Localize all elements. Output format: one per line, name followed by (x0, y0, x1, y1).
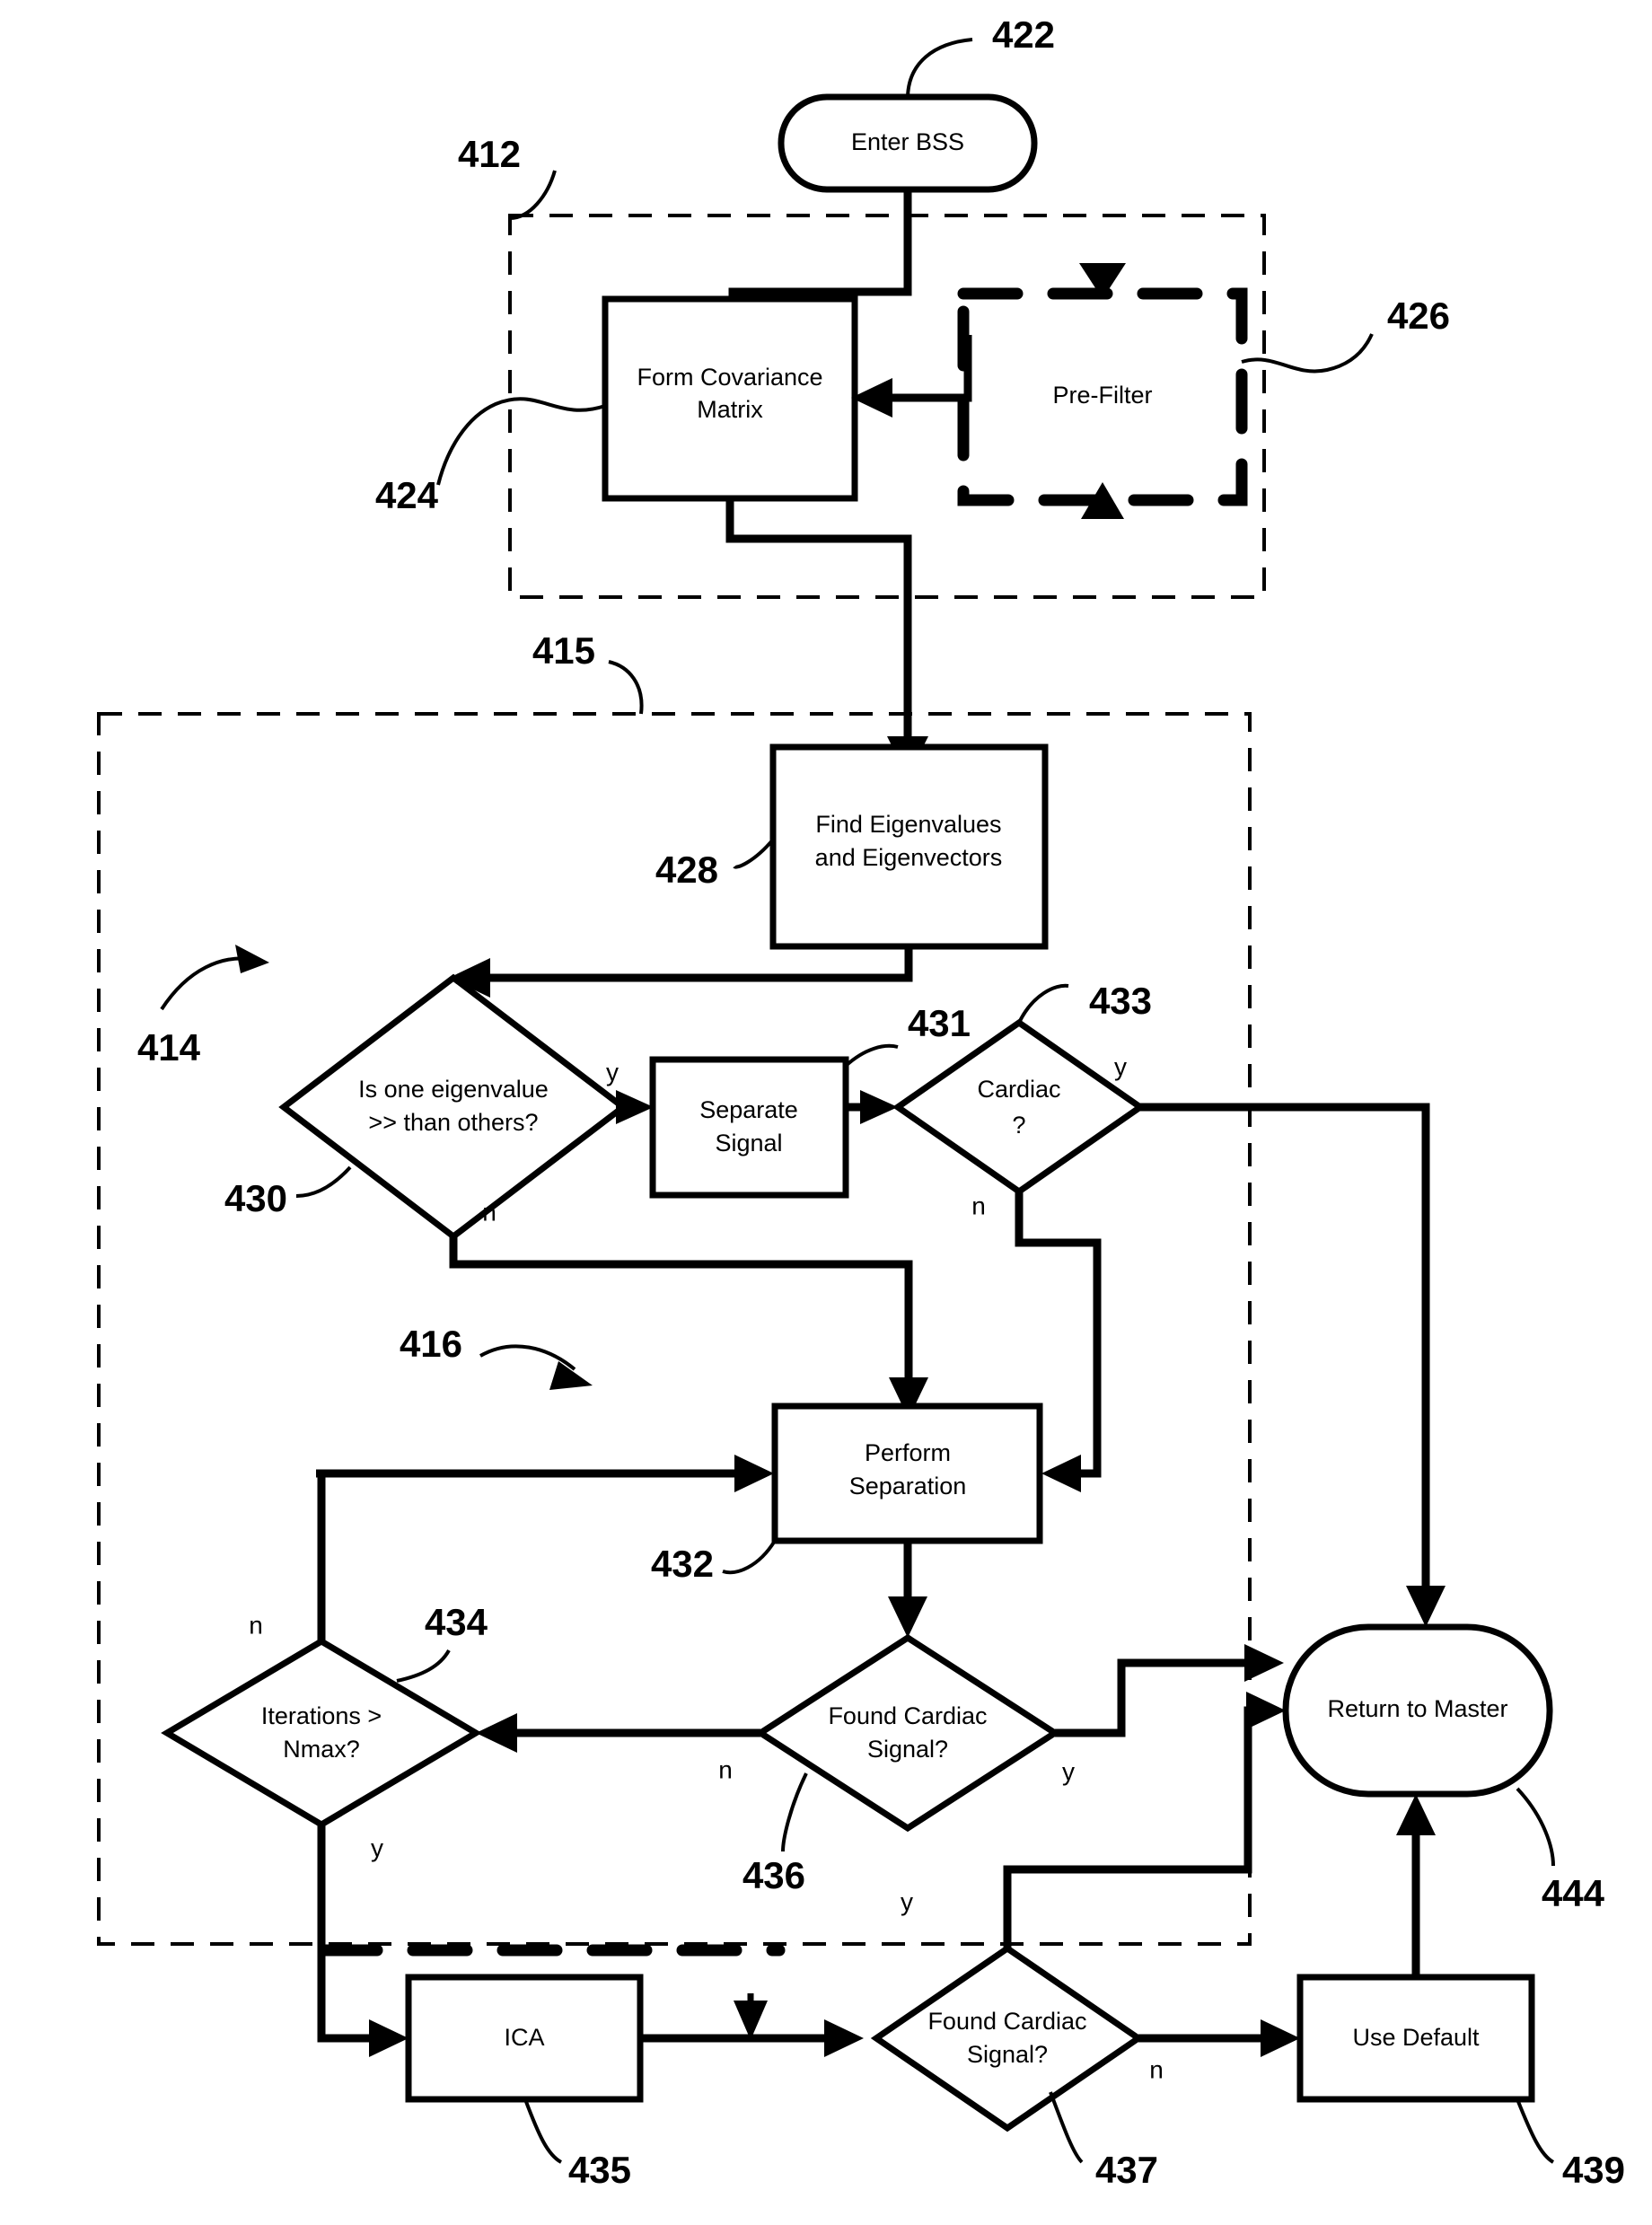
leader-439 (1516, 2098, 1555, 2164)
found-cardiac-436-label-line2: Signal? (867, 1736, 948, 1763)
cardiac-decision-label-line2: ? (1012, 1112, 1025, 1139)
separate-signal-label-line1: Separate (699, 1096, 798, 1123)
perform-separation-label-line2: Separation (849, 1473, 967, 1499)
found-cardiac-436-label-line1: Found Cardiac (828, 1702, 987, 1729)
leader-422 (906, 38, 973, 98)
find-eigen-label-line1: Find Eigenvalues (815, 811, 1001, 838)
cardiac-decision-node[interactable] (892, 1018, 1147, 1196)
ref-430: 430 (224, 1177, 287, 1219)
find-eigen-label-line2: and Eigenvectors (815, 844, 1003, 871)
arrow-437yes-into-return (1246, 1692, 1286, 1729)
separate-signal-label-line2: Signal (715, 1130, 782, 1156)
ref-416: 416 (400, 1323, 462, 1365)
arrow-into-found436 (888, 1596, 927, 1638)
found-cardiac-437-label-line1: Found Cardiac (927, 2008, 1086, 2035)
ref-437: 437 (1095, 2149, 1158, 2191)
ref-422: 422 (992, 13, 1055, 56)
leader-426 (1241, 333, 1374, 374)
enter-bss-label: Enter BSS (851, 128, 964, 155)
ref-433: 433 (1089, 980, 1152, 1022)
arrow-cardiacno-into-perform (1041, 1455, 1081, 1492)
leader-433 (1017, 983, 1069, 1024)
flow-436yes-to-return (1055, 1658, 1257, 1737)
iterations-no-label: n (249, 1611, 263, 1639)
pre-filter-label: Pre-Filter (1052, 382, 1152, 409)
eigen-decision-label-line2: >> than others? (368, 1109, 538, 1136)
found436-no-label: n (718, 1755, 733, 1783)
flow-enter-to-covariance (728, 189, 912, 312)
ref-434: 434 (425, 1601, 488, 1643)
ref-414-text: 414 (137, 1026, 201, 1069)
iterations-decision-label-line1: Iterations > (261, 1702, 382, 1729)
eigen-no-label: n (482, 1198, 496, 1226)
cardiac-no-label: n (971, 1192, 986, 1219)
ref-428: 428 (655, 849, 718, 891)
ref-431: 431 (908, 1002, 971, 1044)
flowchart-svg: Enter BSS 422 Form Covariance Matrix 424… (97, 13, 1625, 2191)
iterations-decision-label-line2: Nmax? (283, 1736, 360, 1763)
ref-444: 444 (1542, 1872, 1605, 1914)
found437-yes-label: y (901, 1887, 913, 1915)
perform-separation-label-line1: Perform (865, 1439, 951, 1466)
use-default-label: Use Default (1352, 2024, 1480, 2051)
found436-yes-label: y (1062, 1757, 1075, 1785)
leader-435 (523, 2098, 563, 2164)
ref-412: 412 (458, 133, 521, 175)
separate-signal-node[interactable] (649, 1056, 849, 1199)
flow-eigen-to-decision430 (476, 946, 913, 982)
eigen-decision-label-line1: Is one eigenvalue (358, 1076, 549, 1103)
found-cardiac-437-node[interactable] (870, 1944, 1145, 2133)
leader-415 (608, 660, 644, 715)
found437-no-label: n (1149, 2055, 1164, 2083)
flow-430no-to-perform (449, 1236, 913, 1390)
ref-424: 424 (375, 474, 439, 516)
leader-434 (396, 1649, 451, 1683)
arrow-436yes-into-return (1244, 1644, 1284, 1682)
leader-430 (295, 1165, 352, 1198)
arrow-into-cardiac-decision (860, 1090, 898, 1124)
ref-435: 435 (568, 2149, 631, 2191)
form-covariance-label-line2: Matrix (697, 396, 763, 423)
ref-426: 426 (1387, 295, 1450, 337)
leader-414 (160, 956, 252, 1011)
leader-444 (1516, 1787, 1555, 1867)
leader-428 (733, 838, 775, 869)
down-arrow-on-ica-line (734, 2001, 768, 2040)
arrow-usedefault-into-return (1396, 1794, 1436, 1835)
leader-432 (722, 1539, 777, 1575)
ref-432: 432 (651, 1543, 714, 1585)
ref-436: 436 (743, 1854, 805, 1896)
cardiac-yes-label: y (1114, 1052, 1127, 1080)
arrow-414 (235, 945, 269, 973)
figure-canvas: Enter BSS 422 Form Covariance Matrix 424… (0, 0, 1652, 2225)
leader-436 (781, 1772, 808, 1852)
leader-431 (844, 1043, 899, 1068)
iterations-yes-label: y (371, 1834, 383, 1861)
flow-437yes-to-return (1003, 1706, 1257, 1948)
cardiac-decision-label-line1: Cardiac (977, 1076, 1060, 1103)
found-cardiac-436-node[interactable] (754, 1633, 1061, 1833)
form-covariance-label-line1: Form Covariance (637, 364, 822, 391)
ref-415: 415 (532, 629, 595, 672)
return-to-master-label: Return to Master (1327, 1695, 1507, 1722)
flow-cardiac-yes-to-return (1140, 1103, 1430, 1598)
arrow-436no-into-iterations (476, 1713, 517, 1753)
arrow-437no-into-usedefault (1261, 2019, 1300, 2057)
eigen-yes-label: y (606, 1058, 619, 1086)
leader-412 (509, 170, 557, 220)
eigen-decision-node[interactable] (278, 973, 628, 1241)
leader-437 (1049, 2091, 1084, 2164)
found-cardiac-437-label-line2: Signal? (967, 2041, 1048, 2068)
ref-439: 439 (1562, 2149, 1625, 2191)
arrow-434yes-into-ica (369, 2019, 409, 2057)
arrow-into-separate-signal (616, 1090, 654, 1124)
arrow-ica-into-found437 (824, 2019, 864, 2057)
ica-label: ICA (504, 2024, 544, 2051)
leader-424 (436, 397, 606, 486)
arrow-cardiacyes-into-return (1406, 1586, 1446, 1627)
arrow-loop-into-perform-left (734, 1455, 774, 1492)
